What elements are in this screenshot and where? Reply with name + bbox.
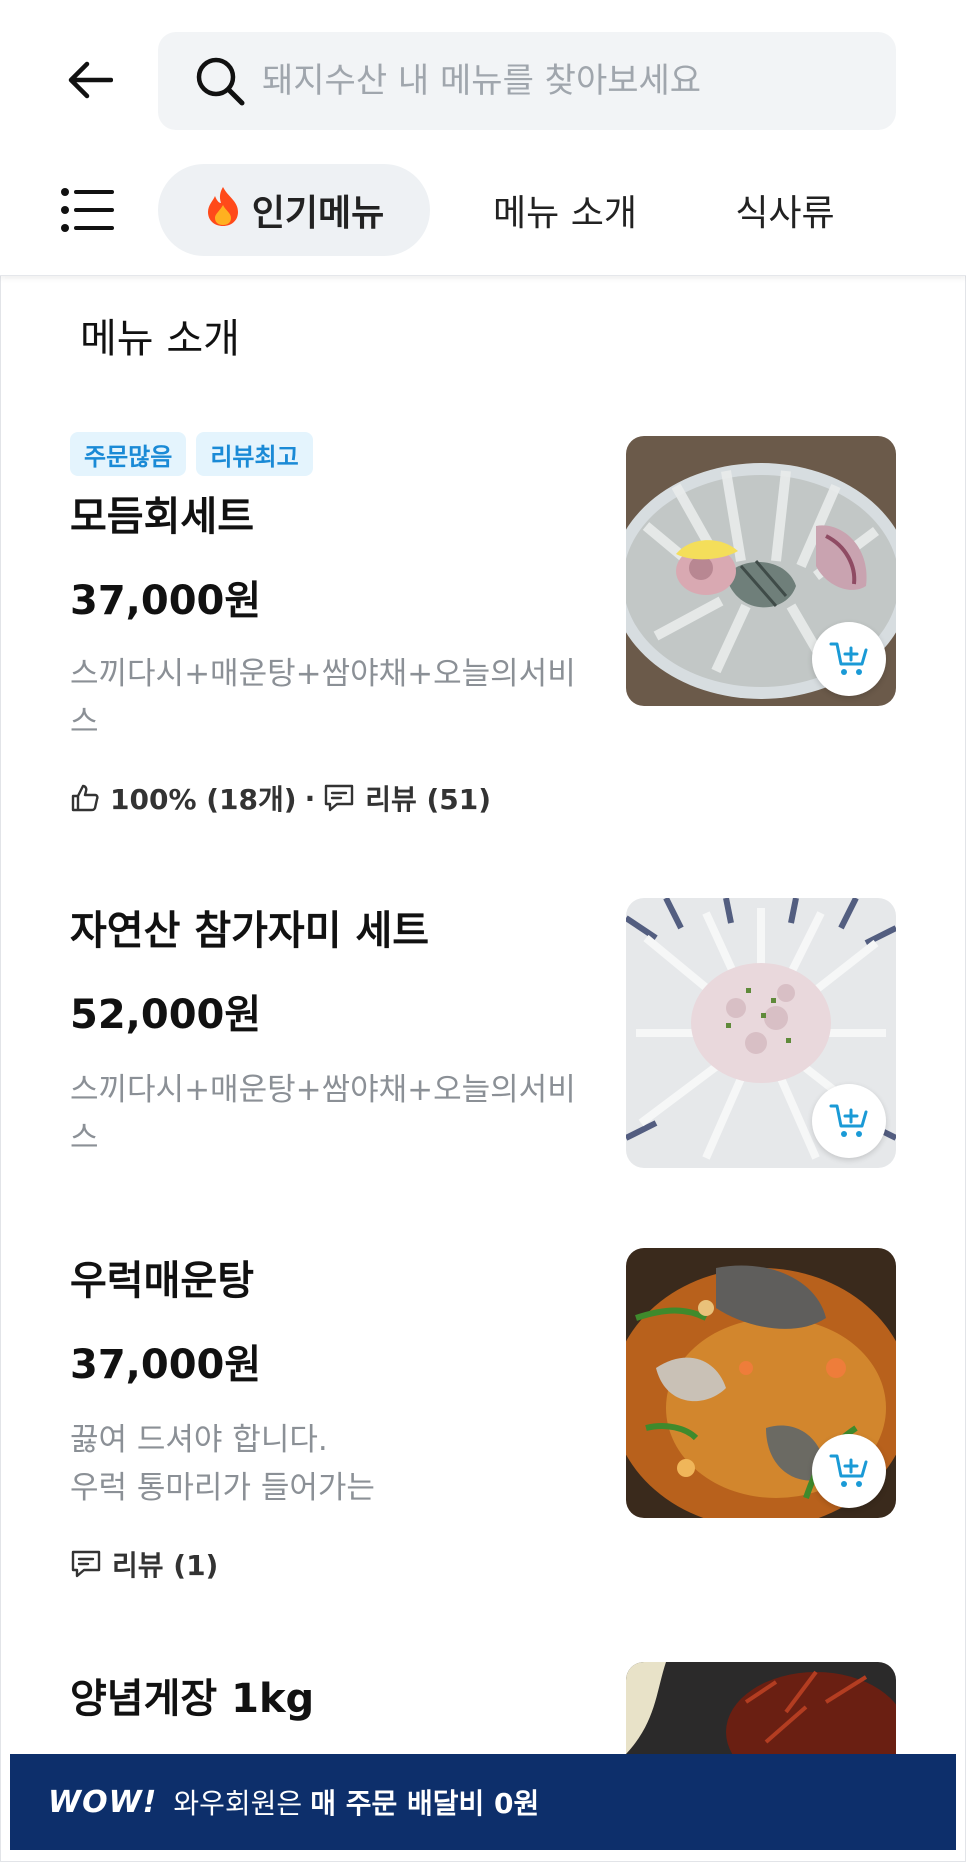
- tab-popular-menu[interactable]: 인기메뉴: [158, 164, 430, 256]
- tab-menu-intro[interactable]: 메뉴 소개: [470, 164, 660, 256]
- menu-item-price: 52,000원: [70, 992, 262, 1038]
- thumbs-up-icon: [71, 784, 99, 812]
- cart-add-icon: [829, 1454, 868, 1487]
- search-bar[interactable]: [158, 32, 896, 130]
- menu-item-photo-stew: [626, 1248, 896, 1518]
- badge-group: 주문많음 리뷰최고: [70, 432, 313, 476]
- header: 인기메뉴 메뉴 소개 식사류: [0, 0, 966, 276]
- badge-many-orders: 주문많음: [70, 432, 187, 476]
- wow-logo: WOW!: [48, 1784, 158, 1820]
- back-button[interactable]: [60, 50, 120, 110]
- review-count: 리뷰 (51): [365, 783, 492, 816]
- search-input[interactable]: [262, 61, 862, 101]
- description-line: 우럭 통마리가 들어가는: [70, 1470, 375, 1506]
- menu-item-mixed-sashimi[interactable]: 주문많음 리뷰최고 모듬회세트 37,000원 스끼다시+매운탕+쌈야채+오늘의…: [0, 432, 966, 832]
- menu-item-name: 우럭매운탕: [70, 1258, 254, 1304]
- cart-add-icon: [829, 642, 868, 675]
- add-to-cart-button[interactable]: [812, 1084, 886, 1158]
- separator-dot: ·: [304, 781, 316, 815]
- description-line: 스끼다시+매운탕+쌈야채+오늘의서비: [70, 1072, 576, 1108]
- section-title: 메뉴 소개: [80, 316, 240, 362]
- menu-item-stats: 리뷰 (1): [70, 1544, 218, 1584]
- menu-item-photo-crab: [626, 1662, 896, 1754]
- tab-label: 인기메뉴: [251, 193, 385, 234]
- menu-item-name: 모듬회세트: [70, 494, 254, 540]
- wow-membership-banner[interactable]: WOW! 와우회원은 매 주문 배달비 0원: [10, 1754, 956, 1850]
- menu-item-flounder-set[interactable]: 자연산 참가자미 세트 52,000원 스끼다시+매운탕+쌈야채+오늘의서비 스: [0, 898, 966, 1178]
- tab-label: 식사류: [735, 193, 835, 234]
- category-tabs: 인기메뉴 메뉴 소개 식사류: [0, 160, 966, 260]
- like-rate: 100% (18개): [110, 783, 297, 816]
- category-list-button[interactable]: [60, 182, 116, 238]
- menu-item-stats: 100% (18개) · 리뷰 (51): [70, 778, 491, 818]
- menu-item-photo-flounder: [626, 898, 896, 1168]
- menu-item-photo-sashimi: [626, 436, 896, 706]
- review-count: 리뷰 (1): [112, 1549, 219, 1582]
- review-icon: [325, 784, 354, 812]
- menu-item-name: 양념게장 1kg: [70, 1676, 315, 1722]
- tab-meals[interactable]: 식사류: [710, 164, 860, 256]
- arrow-left-icon: [68, 61, 113, 99]
- description-line: 스: [70, 1120, 99, 1156]
- badge-best-review: 리뷰최고: [196, 432, 313, 476]
- tab-label: 메뉴 소개: [493, 193, 637, 234]
- menu-item-name: 자연산 참가자미 세트: [70, 908, 430, 954]
- banner-text: 와우회원은: [173, 1787, 303, 1820]
- add-to-cart-button[interactable]: [812, 622, 886, 696]
- menu-item-description: 스끼다시+매운탕+쌈야채+오늘의서비 스: [70, 1066, 590, 1162]
- menu-item-rockfish-stew[interactable]: 우럭매운탕 37,000원 끓여 드셔야 합니다. 우럭 통마리가 들어가는 리…: [0, 1248, 966, 1582]
- list-icon: [61, 188, 114, 232]
- menu-item-seasoned-crab[interactable]: 양념게장 1kg: [0, 1662, 966, 1754]
- review-icon: [71, 1550, 101, 1578]
- menu-item-price: 37,000원: [70, 1342, 262, 1388]
- menu-item-description: 스끼다시+매운탕+쌈야채+오늘의서비 스: [70, 650, 590, 746]
- description-line: 끓여 드셔야 합니다.: [70, 1422, 328, 1458]
- cart-add-icon: [829, 1104, 868, 1137]
- banner-highlight: 매 주문 배달비 0원: [310, 1787, 540, 1820]
- description-line: 스끼다시+매운탕+쌈야채+오늘의서비: [70, 656, 576, 692]
- fire-icon: [204, 185, 242, 236]
- description-line: 스: [70, 704, 99, 740]
- search-icon: [196, 57, 245, 106]
- menu-item-description: 끓여 드셔야 합니다. 우럭 통마리가 들어가는: [70, 1416, 590, 1512]
- menu-item-price: 37,000원: [70, 578, 262, 624]
- add-to-cart-button[interactable]: [812, 1434, 886, 1508]
